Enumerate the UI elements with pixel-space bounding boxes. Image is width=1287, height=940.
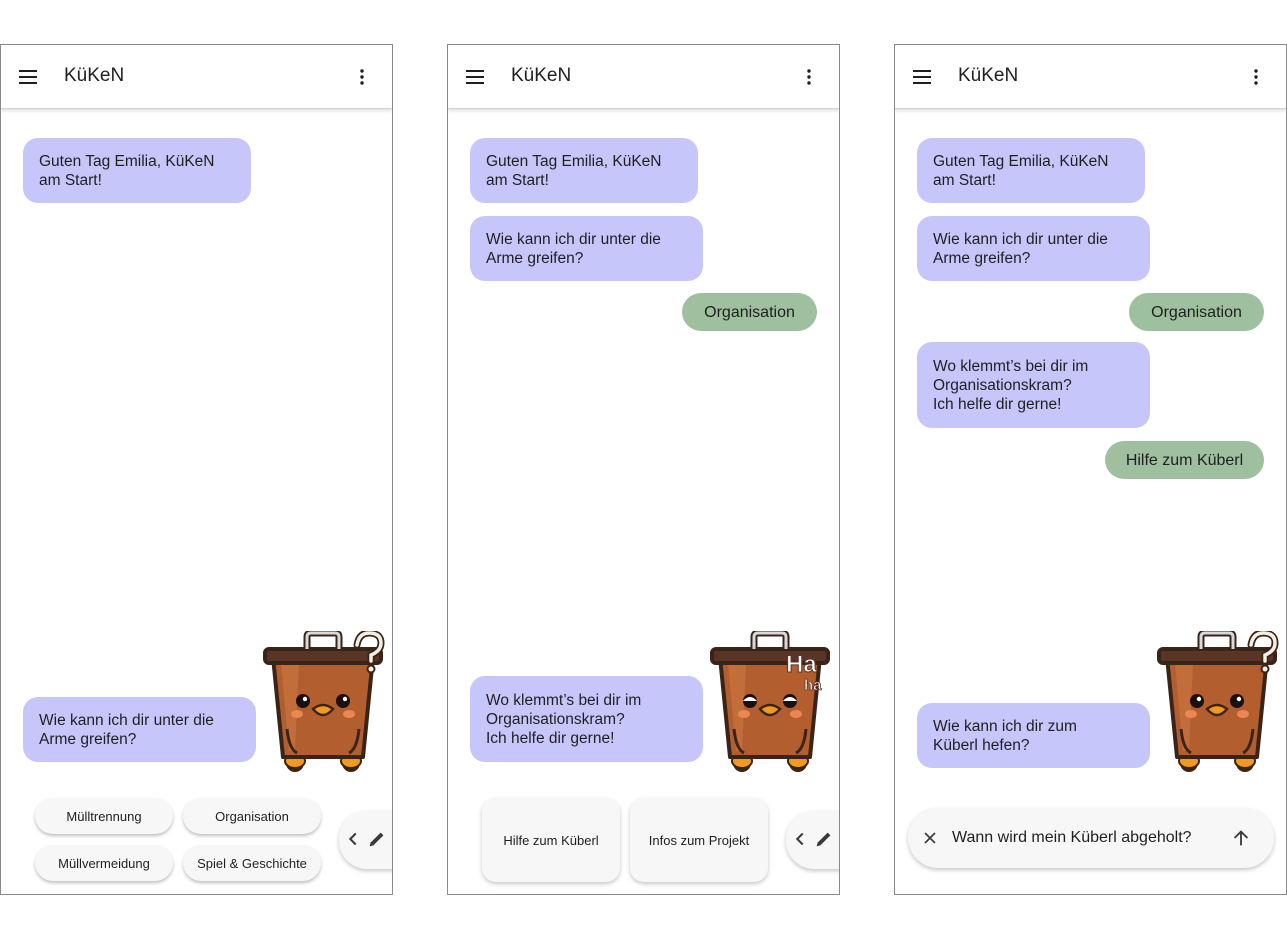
chevron-left-icon[interactable] xyxy=(342,828,364,850)
pencil-icon[interactable] xyxy=(366,828,388,850)
pencil-icon[interactable] xyxy=(813,828,835,850)
suggestion-card-infos-zum-projekt[interactable]: Infos zum Projekt xyxy=(630,798,768,882)
message-input-bar xyxy=(908,808,1274,868)
suggestion-chip-spiel-geschichte[interactable]: Spiel & Geschichte xyxy=(183,845,321,881)
bot-message: Guten Tag Emilia, KüKeN am Start! xyxy=(470,138,698,203)
laugh-text-small: ha xyxy=(804,677,822,695)
user-message: Hilfe zum Küberl xyxy=(1105,441,1264,479)
app-title: KüKeN xyxy=(958,65,1019,86)
bot-message: Guten Tag Emilia, KüKeN am Start! xyxy=(917,138,1145,203)
arrow-up-icon[interactable] xyxy=(1230,827,1252,849)
close-icon[interactable] xyxy=(920,828,940,848)
hamburger-menu-icon[interactable] xyxy=(910,65,934,89)
laugh-text-big: Ha xyxy=(786,651,818,679)
suggestion-chip-muellvermeidung[interactable]: Müllvermeidung xyxy=(35,845,173,881)
user-message: Organisation xyxy=(682,293,817,331)
suggestion-chip-muelltrennung[interactable]: Mülltrennung xyxy=(35,798,173,834)
bot-message: Wo klemmt’s bei dir im Organisationskram… xyxy=(917,342,1150,428)
more-vertical-icon[interactable] xyxy=(1244,65,1268,89)
hamburger-menu-icon[interactable] xyxy=(463,65,487,89)
chevron-left-icon[interactable] xyxy=(789,828,811,850)
bot-message: Guten Tag Emilia, KüKeN am Start! xyxy=(23,138,251,203)
more-vertical-icon[interactable] xyxy=(797,65,821,89)
bot-message: Wie kann ich dir unter die Arme greifen? xyxy=(23,697,256,762)
app-bar: KüKeN xyxy=(895,45,1286,109)
message-input[interactable] xyxy=(952,822,1222,854)
bot-message: Wie kann ich dir unter die Arme greifen? xyxy=(470,216,703,281)
bot-message: Wo klemmt’s bei dir im Organisationskram… xyxy=(470,676,703,762)
suggestion-chip-organisation[interactable]: Organisation xyxy=(183,798,321,834)
phone-screen-3: KüKeN Guten Tag Emilia, KüKeN am Start! … xyxy=(894,44,1287,895)
chip-navigation xyxy=(339,811,392,869)
hamburger-menu-icon[interactable] xyxy=(16,65,40,89)
app-bar: KüKeN xyxy=(1,45,392,109)
suggestion-card-hilfe-zum-kuberl[interactable]: Hilfe zum Küberl xyxy=(482,798,620,882)
bot-message: Wie kann ich dir unter die Arme greifen? xyxy=(917,216,1150,281)
phone-screen-2: KüKeN Guten Tag Emilia, KüKeN am Start! … xyxy=(447,44,840,895)
more-vertical-icon[interactable] xyxy=(350,65,374,89)
trash-bin-mascot xyxy=(1153,631,1281,775)
app-bar: KüKeN xyxy=(448,45,839,109)
app-title: KüKeN xyxy=(511,65,572,86)
phone-screen-1: KüKeN Guten Tag Emilia, KüKeN am Start! … xyxy=(0,44,393,895)
app-title: KüKeN xyxy=(64,65,125,86)
trash-bin-mascot xyxy=(259,631,387,775)
bot-message: Wie kann ich dir zum Küberl hefen? xyxy=(917,703,1150,768)
chip-navigation xyxy=(786,811,839,869)
user-message: Organisation xyxy=(1129,293,1264,331)
